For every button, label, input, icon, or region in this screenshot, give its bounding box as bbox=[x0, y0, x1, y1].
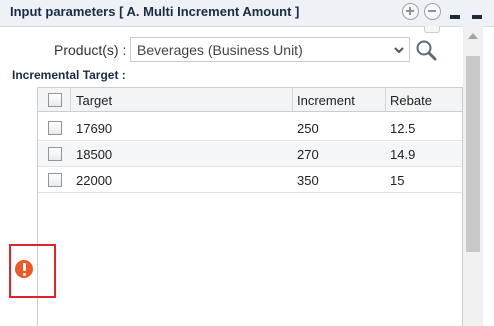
row-checkbox[interactable] bbox=[48, 121, 62, 135]
minimize-icon[interactable] bbox=[450, 15, 460, 19]
chevron-down-icon bbox=[394, 47, 404, 54]
row-checkbox[interactable] bbox=[48, 173, 62, 187]
target-cell: 17690 bbox=[76, 121, 113, 136]
collapse-icon[interactable] bbox=[424, 3, 441, 20]
exclamation-circle-icon[interactable] bbox=[15, 260, 33, 278]
row-checkbox[interactable] bbox=[48, 147, 62, 161]
hidden-control bbox=[424, 26, 440, 33]
product-select-value: Beverages (Business Unit) bbox=[137, 42, 303, 58]
target-cell: 22000 bbox=[76, 173, 113, 188]
rebate-cell: 12.5 bbox=[390, 121, 416, 136]
column-header-rebate[interactable]: Rebate bbox=[390, 93, 432, 108]
select-all-checkbox[interactable] bbox=[48, 93, 62, 107]
table-row[interactable]: 17690 250 12.5 bbox=[38, 116, 462, 141]
vertical-scrollbar[interactable] bbox=[463, 26, 483, 326]
scroll-up-icon[interactable] bbox=[467, 32, 479, 40]
incremental-target-grid: Target Increment Rebate 17690 250 12.5 1… bbox=[37, 87, 463, 326]
input-parameters-panel: Input parameters [ A. Multi Increment Am… bbox=[0, 0, 494, 326]
search-button[interactable] bbox=[414, 38, 438, 62]
column-header-target[interactable]: Target bbox=[76, 93, 112, 108]
rebate-cell: 14.9 bbox=[390, 147, 416, 162]
increment-cell: 270 bbox=[297, 147, 319, 162]
close-icon[interactable] bbox=[472, 15, 482, 19]
search-icon bbox=[416, 40, 437, 61]
increment-cell: 250 bbox=[297, 121, 319, 136]
column-header-increment[interactable]: Increment bbox=[297, 93, 355, 108]
target-cell: 18500 bbox=[76, 147, 113, 162]
increment-cell: 350 bbox=[297, 173, 319, 188]
product-label: Product(s) : bbox=[54, 42, 127, 58]
grid-header-row: Target Increment Rebate bbox=[38, 87, 462, 112]
scrollbar-thumb[interactable] bbox=[466, 56, 480, 252]
table-row[interactable]: 18500 270 14.9 bbox=[38, 142, 462, 167]
expand-icon[interactable] bbox=[402, 3, 419, 20]
rebate-cell: 15 bbox=[390, 173, 405, 188]
incremental-target-label: Incremental Target : bbox=[12, 68, 126, 82]
panel-title: Input parameters [ A. Multi Increment Am… bbox=[10, 4, 300, 19]
table-row[interactable]: 22000 350 15 bbox=[38, 168, 462, 193]
product-select[interactable]: Beverages (Business Unit) bbox=[130, 37, 410, 62]
panel-header: Input parameters [ A. Multi Increment Am… bbox=[0, 0, 494, 27]
